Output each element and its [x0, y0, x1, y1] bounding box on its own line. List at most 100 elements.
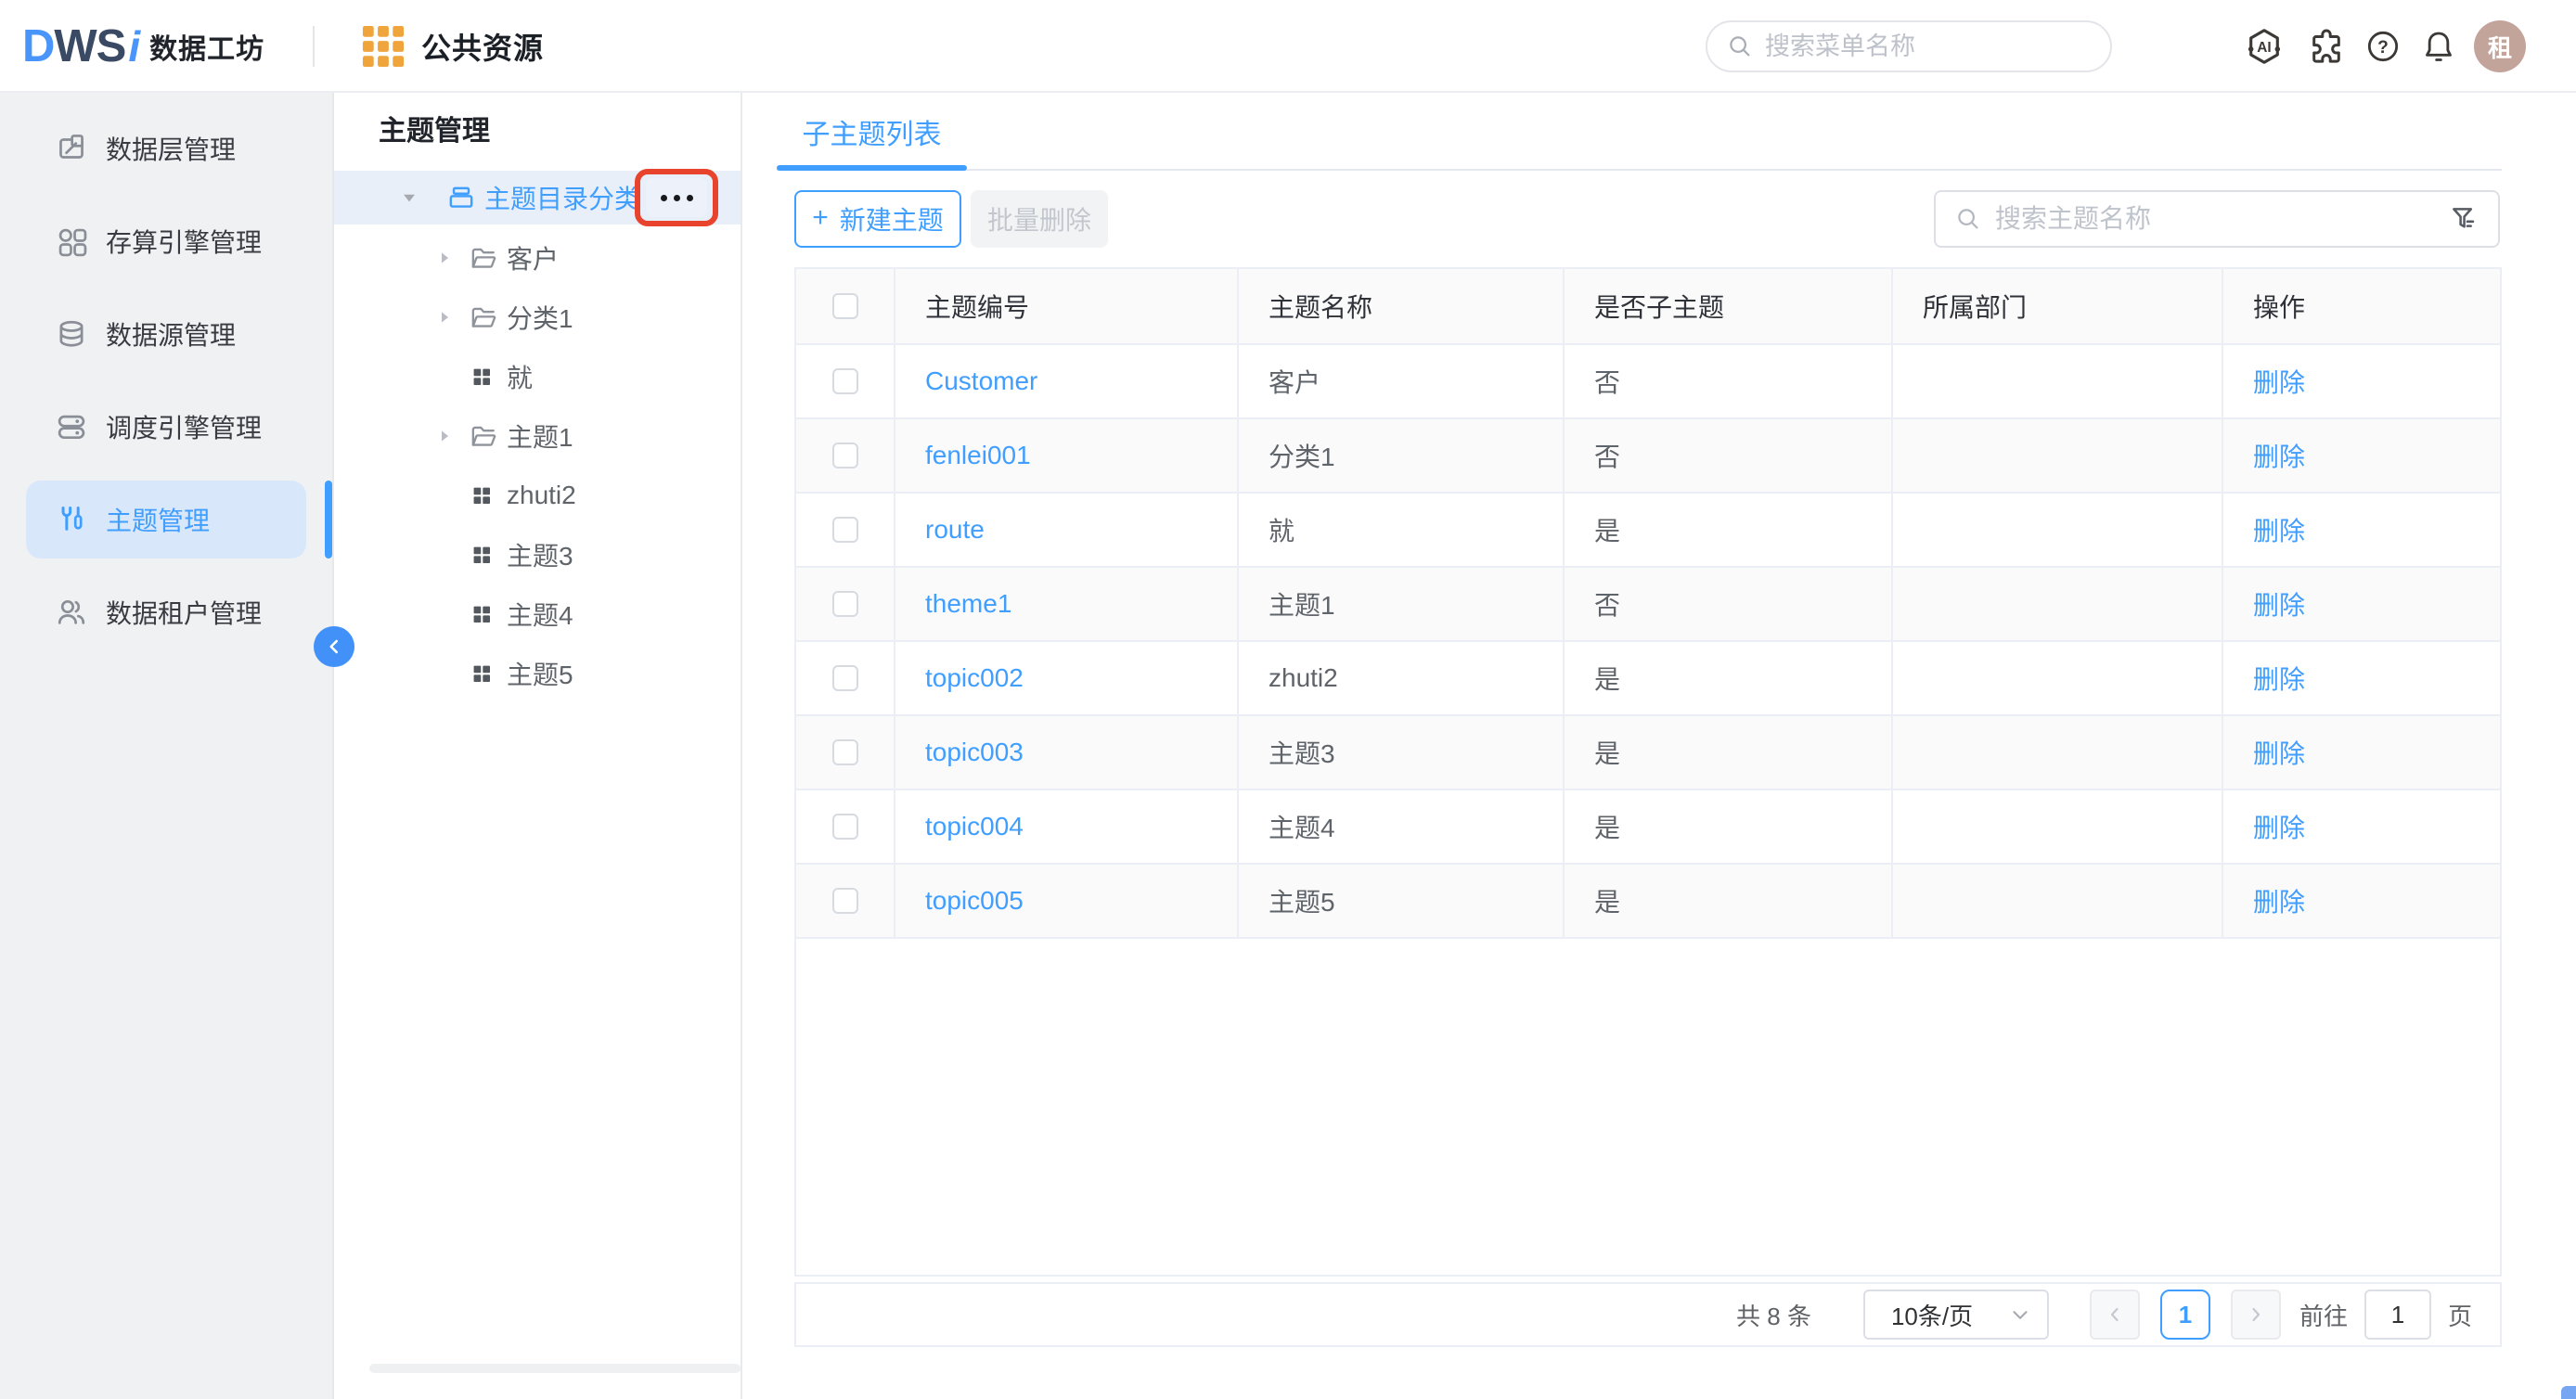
- help-icon[interactable]: ?: [2364, 28, 2402, 65]
- topic-name-cell: zhuti2: [1239, 642, 1565, 714]
- active-tab-indicator: [777, 165, 967, 171]
- tree-root-node[interactable]: 主题目录分类: [334, 171, 741, 225]
- sidebar-item-storage-engine[interactable]: 存算引擎管理: [0, 195, 332, 288]
- server-icon: [54, 409, 89, 444]
- tree-node-theme[interactable]: 主题3: [334, 528, 741, 582]
- column-header-action: 操作: [2223, 269, 2500, 343]
- tab-sub-topic-list[interactable]: 子主题列表: [777, 93, 967, 171]
- filter-funnel-icon[interactable]: [2448, 203, 2479, 235]
- tree-node-folder[interactable]: 分类1: [334, 290, 741, 344]
- sidebar-item-tenant-management[interactable]: 数据租户管理: [0, 566, 332, 659]
- is-sub-cell: 否: [1565, 419, 1893, 492]
- caret-right-icon[interactable]: [431, 247, 458, 269]
- topic-code-link[interactable]: theme1: [925, 589, 1011, 619]
- current-page-button[interactable]: 1: [2160, 1290, 2210, 1340]
- tree-root-label: 主题目录分类: [484, 179, 640, 216]
- topic-tree-panel: 主题管理 主题目录分类: [334, 93, 742, 1399]
- batch-delete-button[interactable]: 批量删除: [971, 190, 1108, 248]
- data-layer-icon: [54, 131, 89, 166]
- row-checkbox[interactable]: [832, 591, 858, 617]
- tree-node-label: 主题3: [507, 536, 573, 573]
- is-sub-cell: 是: [1565, 716, 1893, 789]
- row-checkbox[interactable]: [832, 443, 858, 468]
- create-topic-button[interactable]: + 新建主题: [794, 190, 961, 248]
- sidebar-item-label: 调度引擎管理: [106, 408, 262, 445]
- table-row: fenlei001 分类1 否 删除: [796, 419, 2500, 494]
- column-header-is-sub: 是否子主题: [1565, 269, 1893, 343]
- folder-icon: [468, 302, 499, 333]
- row-checkbox[interactable]: [832, 665, 858, 691]
- tree-node-theme[interactable]: zhuti2: [334, 468, 741, 522]
- topic-code-link[interactable]: topic005: [925, 886, 1024, 916]
- table-header-row: 主题编号 主题名称 是否子主题 所属部门 操作: [796, 269, 2500, 345]
- topic-code-link[interactable]: topic003: [925, 738, 1024, 767]
- topic-code-link[interactable]: topic002: [925, 663, 1024, 693]
- app-logo: D WS i 数据工坊: [22, 0, 264, 93]
- topbar-icon-group: AI ? 租: [2244, 0, 2526, 93]
- table-row: topic003 主题3 是 删除: [796, 716, 2500, 790]
- delete-link[interactable]: 删除: [2253, 585, 2305, 622]
- topic-code-link[interactable]: route: [925, 515, 985, 545]
- caret-right-icon[interactable]: [431, 425, 458, 447]
- plugin-puzzle-icon[interactable]: [2307, 27, 2346, 66]
- product-name: 数据工坊: [149, 26, 264, 67]
- theme-grid-icon: [468, 363, 499, 391]
- nav-public-resources[interactable]: 公共资源: [360, 0, 544, 93]
- menu-search-input[interactable]: [1765, 32, 2093, 61]
- goto-page-input[interactable]: [2364, 1290, 2431, 1340]
- row-checkbox[interactable]: [832, 739, 858, 765]
- select-all-checkbox[interactable]: [832, 293, 858, 319]
- prev-page-button[interactable]: [2090, 1290, 2140, 1340]
- row-checkbox[interactable]: [832, 368, 858, 394]
- topic-code-link[interactable]: topic004: [925, 812, 1024, 841]
- user-avatar[interactable]: 租: [2474, 20, 2526, 72]
- tree-node-more-button[interactable]: [646, 178, 707, 217]
- topic-code-link[interactable]: Customer: [925, 366, 1037, 396]
- delete-link[interactable]: 删除: [2253, 734, 2305, 771]
- topic-search-input[interactable]: [1995, 204, 2435, 234]
- notification-bell-icon[interactable]: [2420, 28, 2457, 65]
- tree-horizontal-scrollbar[interactable]: [369, 1364, 741, 1373]
- search-icon: [1726, 32, 1754, 60]
- topic-search-box: [1934, 190, 2500, 248]
- delete-link[interactable]: 删除: [2253, 882, 2305, 919]
- row-checkbox[interactable]: [832, 814, 858, 840]
- next-page-button[interactable]: [2231, 1290, 2281, 1340]
- tree-node-theme[interactable]: 就: [334, 350, 741, 404]
- tree-node-folder[interactable]: 客户: [334, 231, 741, 285]
- svg-text:?: ?: [2377, 38, 2389, 58]
- dept-cell: [1893, 419, 2223, 492]
- sidebar-item-label: 主题管理: [106, 501, 210, 538]
- tree-node-label: 主题4: [507, 596, 573, 633]
- ai-assistant-icon[interactable]: AI: [2244, 26, 2285, 67]
- row-checkbox[interactable]: [832, 517, 858, 543]
- topic-name-cell: 客户: [1239, 345, 1565, 417]
- caret-right-icon[interactable]: [431, 306, 458, 328]
- page-size-select[interactable]: 10条/页: [1863, 1290, 2049, 1340]
- sidebar-collapse-button[interactable]: [314, 626, 354, 667]
- logo-letter-i: i: [128, 21, 140, 71]
- sidebar-item-topic-management[interactable]: 主题管理: [0, 473, 332, 566]
- sidebar-item-scheduler-engine[interactable]: 调度引擎管理: [0, 380, 332, 473]
- caret-down-icon[interactable]: [395, 186, 423, 210]
- tree-node-theme[interactable]: 主题5: [334, 647, 741, 700]
- topic-code-link[interactable]: fenlei001: [925, 441, 1031, 470]
- tree-node-folder[interactable]: 主题1: [334, 409, 741, 463]
- is-sub-cell: 是: [1565, 865, 1893, 937]
- sidebar-item-label: 数据租户管理: [106, 594, 262, 631]
- row-checkbox[interactable]: [832, 888, 858, 914]
- delete-link[interactable]: 删除: [2253, 363, 2305, 400]
- delete-link[interactable]: 删除: [2253, 511, 2305, 548]
- tree-children: 客户 分类1: [334, 231, 741, 700]
- tree-node-label: 就: [507, 358, 533, 395]
- is-sub-cell: 否: [1565, 345, 1893, 417]
- delete-link[interactable]: 删除: [2253, 660, 2305, 697]
- delete-link[interactable]: 删除: [2253, 808, 2305, 845]
- sidebar-item-data-layer[interactable]: 数据层管理: [0, 102, 332, 195]
- tree-node-theme[interactable]: 主题4: [334, 587, 741, 641]
- delete-link[interactable]: 删除: [2253, 437, 2305, 474]
- sidebar-item-data-source[interactable]: 数据源管理: [0, 288, 332, 380]
- chevron-down-icon: [2008, 1303, 2032, 1327]
- table-row: Customer 客户 否 删除: [796, 345, 2500, 419]
- database-icon: [54, 316, 89, 352]
